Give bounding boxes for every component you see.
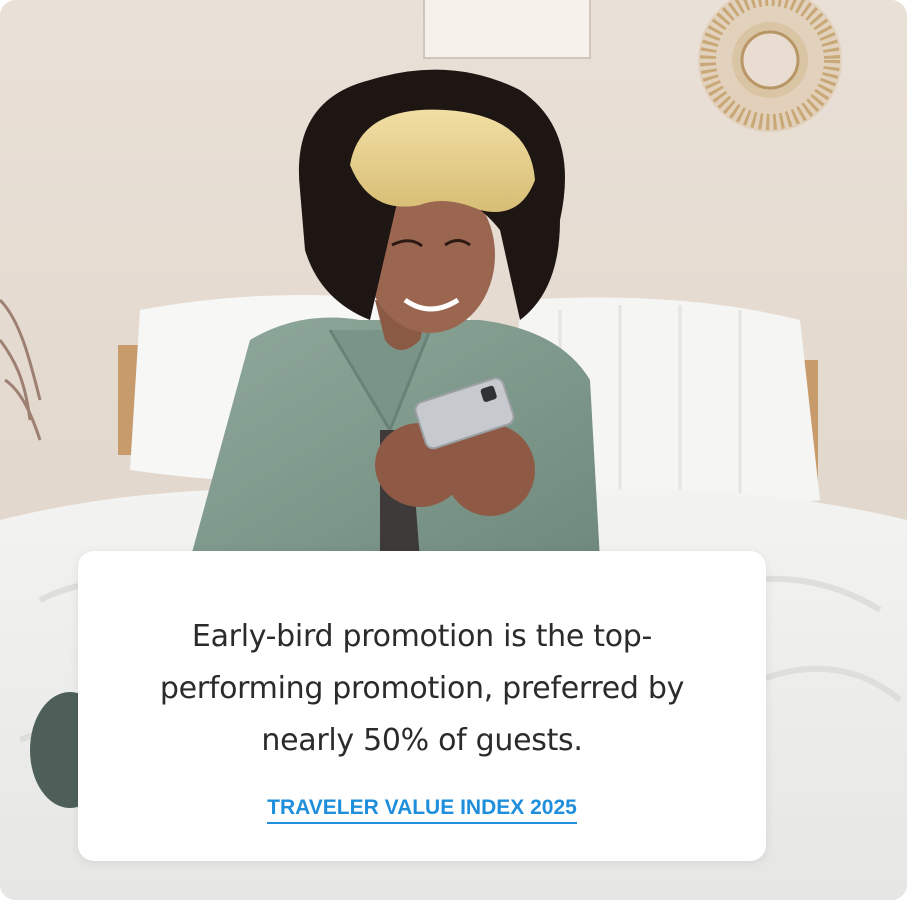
promo-card: Early-bird promotion is the top-performi… — [0, 0, 907, 900]
promo-headline: Early-bird promotion is the top-performi… — [159, 619, 685, 758]
stat-overlay-card: Early-bird promotion is the top-performi… — [78, 551, 766, 861]
traveler-value-index-link[interactable]: TRAVELER VALUE INDEX 2025 — [267, 795, 577, 824]
